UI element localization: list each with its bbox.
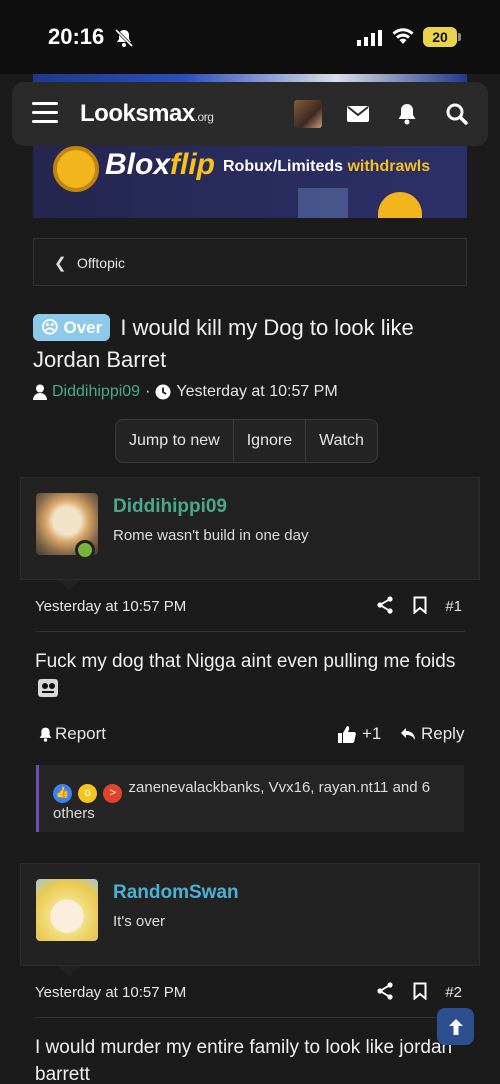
status-bar: 20:16 20 xyxy=(0,0,500,74)
thread-prefix-badge[interactable]: ☹ Over xyxy=(33,314,111,341)
divider xyxy=(35,1017,465,1018)
user-icon xyxy=(33,384,47,400)
post-actions: Report +1 Reply xyxy=(38,722,466,746)
user-title: It's over xyxy=(113,913,166,930)
envelope-icon[interactable] xyxy=(346,102,370,126)
like-count: +1 xyxy=(362,724,382,743)
post-meta: Yesterday at 10:57 PM #2 xyxy=(35,980,465,1010)
scroll-to-top-button[interactable] xyxy=(437,1008,474,1045)
post-time[interactable]: Yesterday at 10:57 PM xyxy=(35,984,186,1001)
thread-meta: Diddihippi09 · Yesterday at 10:57 PM xyxy=(33,383,338,401)
watch-button[interactable]: Watch xyxy=(306,420,377,462)
post-text: Fuck my dog that Nigga aint even pulling… xyxy=(35,651,456,672)
meta-separator: · xyxy=(145,383,151,400)
wow-reaction-icon: o xyxy=(78,784,98,803)
banner-brand: Bloxflip xyxy=(105,148,216,181)
post-time[interactable]: Yesterday at 10:57 PM xyxy=(35,598,186,615)
bookmark-icon[interactable] xyxy=(413,596,427,614)
logo-tld: .org xyxy=(194,110,214,124)
thread-time[interactable]: Yesterday at 10:57 PM xyxy=(176,383,337,401)
header-notch xyxy=(57,580,81,590)
like-button[interactable]: +1 xyxy=(338,724,381,744)
emoji-image-icon xyxy=(38,678,58,697)
post-user-header: RandomSwan It's over xyxy=(20,863,480,976)
post-meta: Yesterday at 10:57 PM #1 xyxy=(35,594,465,624)
jump-to-new-button[interactable]: Jump to new xyxy=(116,420,234,462)
divider xyxy=(35,631,465,632)
post-user-header: Diddihippi09 Rome wasn't build in one da… xyxy=(20,477,480,590)
bell-icon[interactable] xyxy=(395,102,419,126)
arrow-up-icon xyxy=(448,1018,463,1035)
wifi-icon xyxy=(392,28,414,44)
battery-tip xyxy=(458,33,461,41)
thumbs-up-icon xyxy=(338,725,356,743)
chevron-left-icon: ❮ xyxy=(54,255,67,272)
site-logo[interactable]: Looksmax.org xyxy=(80,100,214,128)
report-label: Report xyxy=(55,724,107,743)
angry-reaction-icon: > xyxy=(103,784,123,803)
reply-icon xyxy=(401,728,415,740)
banner-text: Robux/Limiteds withdrawls xyxy=(223,158,431,175)
logo-text: Looksmax xyxy=(80,100,195,127)
ad-banner[interactable]: Bloxflip Robux/Limiteds withdrawls xyxy=(33,146,467,218)
reply-button[interactable]: Reply xyxy=(400,724,464,744)
frown-icon: ☹ xyxy=(41,318,59,337)
post-body: Fuck my dog that Nigga aint even pulling… xyxy=(35,648,475,702)
bell-off-icon xyxy=(114,28,134,48)
header-notch xyxy=(57,966,81,976)
banner-graphic xyxy=(298,188,348,218)
clock-icon xyxy=(155,384,171,400)
search-icon[interactable] xyxy=(445,102,469,126)
thread-actions: Jump to new Ignore Watch xyxy=(115,419,378,463)
online-status-indicator xyxy=(75,540,95,560)
post-number[interactable]: #2 xyxy=(445,984,462,1001)
top-ad-strip[interactable] xyxy=(33,74,467,82)
bookmark-icon[interactable] xyxy=(413,982,427,1000)
signal-icon xyxy=(357,30,382,46)
post-body: I would murder my entire family to look … xyxy=(35,1034,465,1084)
post-username[interactable]: Diddihippi09 xyxy=(113,496,227,518)
status-time: 20:16 xyxy=(48,24,105,49)
share-icon[interactable] xyxy=(377,596,393,614)
breadcrumb-label: Offtopic xyxy=(77,255,125,271)
user-avatar[interactable] xyxy=(294,100,322,128)
site-header: Looksmax.org xyxy=(12,82,488,146)
user-title: Rome wasn't build in one day xyxy=(113,527,309,544)
breadcrumb[interactable]: ❮ Offtopic xyxy=(33,238,467,286)
share-icon[interactable] xyxy=(377,982,393,1000)
menu-icon[interactable] xyxy=(32,102,58,124)
thread-author[interactable]: Diddihippi09 xyxy=(52,383,140,401)
report-button[interactable]: Report xyxy=(38,724,106,744)
banner-coin-graphic xyxy=(378,192,422,218)
post-text: I would murder my entire family to look … xyxy=(35,1037,453,1084)
thread-title: ☹ Over I would kill my Dog to look like … xyxy=(33,312,473,376)
reactions-summary[interactable]: 👍 o > zanenevalackbanks, Vvx16, rayan.nt… xyxy=(36,765,464,832)
battery-indicator: 20 xyxy=(423,27,457,47)
bell-icon xyxy=(39,727,52,742)
post-number[interactable]: #1 xyxy=(445,598,462,615)
bloxflip-logo-icon xyxy=(53,146,99,192)
avatar[interactable] xyxy=(36,879,98,941)
like-reaction-icon: 👍 xyxy=(53,784,72,803)
post-username[interactable]: RandomSwan xyxy=(113,882,239,904)
reply-label: Reply xyxy=(421,724,465,743)
ignore-button[interactable]: Ignore xyxy=(234,420,307,462)
